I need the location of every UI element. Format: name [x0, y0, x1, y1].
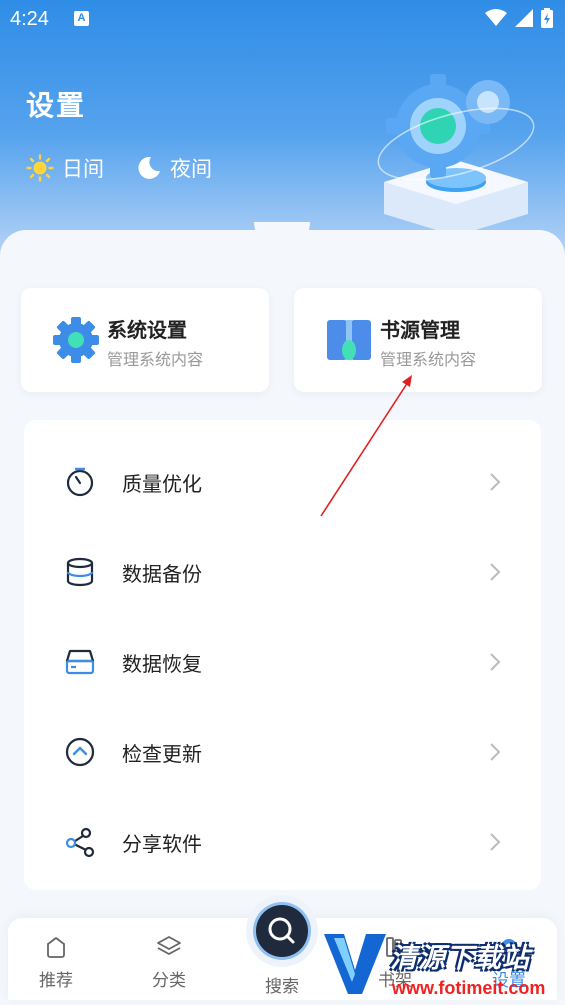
menu-label: 质量优化 — [122, 472, 202, 496]
menu-label: 数据恢复 — [122, 652, 202, 676]
chevron-right-icon — [490, 833, 501, 851]
search-button-core — [256, 905, 308, 957]
settings-gear-illustration — [377, 74, 535, 236]
menu-item-backup[interactable]: 数据备份 — [24, 532, 541, 612]
card-title: 书源管理 — [380, 318, 460, 342]
watermark-text: 清源下载站 — [390, 943, 530, 974]
database-icon — [66, 557, 94, 587]
card-subtitle: 管理系统内容 — [380, 350, 477, 369]
watermark: 清源下载站 www.fotimeit.com — [322, 930, 562, 1005]
wifi-icon — [485, 9, 507, 26]
up-circle-icon — [65, 737, 95, 767]
drive-icon — [65, 649, 95, 675]
menu-label: 数据备份 — [122, 562, 202, 586]
nav-tab-category[interactable]: 分类 — [129, 934, 209, 991]
home-icon — [47, 937, 65, 958]
night-mode-button[interactable]: 夜间 — [134, 153, 212, 183]
watermark-logo — [324, 934, 386, 994]
theme-mode-switch: 日间 夜间 — [26, 153, 212, 183]
book-icon — [327, 320, 371, 360]
menu-label: 检查更新 — [122, 742, 202, 766]
settings-menu: 质量优化 数据备份 数据恢复 检查更新 分享软件 — [24, 420, 541, 890]
battery-icon — [541, 8, 553, 28]
nav-label: 推荐 — [39, 971, 73, 991]
nav-search-button[interactable] — [246, 895, 318, 967]
watermark-url: www.fotimeit.com — [392, 978, 546, 998]
night-mode-label: 夜间 — [170, 157, 212, 181]
nav-tab-recommend[interactable]: 推荐 — [16, 934, 96, 991]
day-mode-button[interactable]: 日间 — [26, 153, 104, 183]
menu-label: 分享软件 — [122, 832, 202, 856]
chevron-right-icon — [490, 743, 501, 761]
notification-app-icon: A — [74, 11, 89, 26]
chevron-right-icon — [490, 563, 501, 581]
signal-icon — [515, 9, 533, 27]
book-source-card[interactable]: 书源管理 管理系统内容 — [294, 288, 542, 392]
sun-icon — [26, 154, 54, 182]
card-subtitle: 管理系统内容 — [107, 350, 204, 369]
gear-icon — [53, 317, 99, 363]
timer-icon — [66, 467, 94, 497]
day-mode-label: 日间 — [62, 157, 104, 181]
status-bar: 4:24 A — [0, 0, 565, 38]
card-title: 系统设置 — [107, 318, 187, 342]
nav-search-label: 搜索 — [265, 977, 299, 997]
menu-item-share[interactable]: 分享软件 — [24, 802, 541, 882]
chevron-right-icon — [490, 473, 501, 491]
moon-icon — [138, 156, 160, 179]
search-icon — [268, 917, 295, 944]
menu-item-quality[interactable]: 质量优化 — [24, 442, 541, 522]
layers-icon — [157, 936, 181, 955]
nav-label: 分类 — [152, 971, 186, 991]
share-icon — [65, 827, 95, 858]
menu-item-check-update[interactable]: 检查更新 — [24, 712, 541, 792]
system-settings-card[interactable]: 系统设置 管理系统内容 — [21, 288, 269, 392]
menu-item-restore[interactable]: 数据恢复 — [24, 622, 541, 702]
page-title: 设置 — [26, 89, 87, 122]
status-time: 4:24 — [10, 8, 49, 30]
chevron-right-icon — [490, 653, 501, 671]
